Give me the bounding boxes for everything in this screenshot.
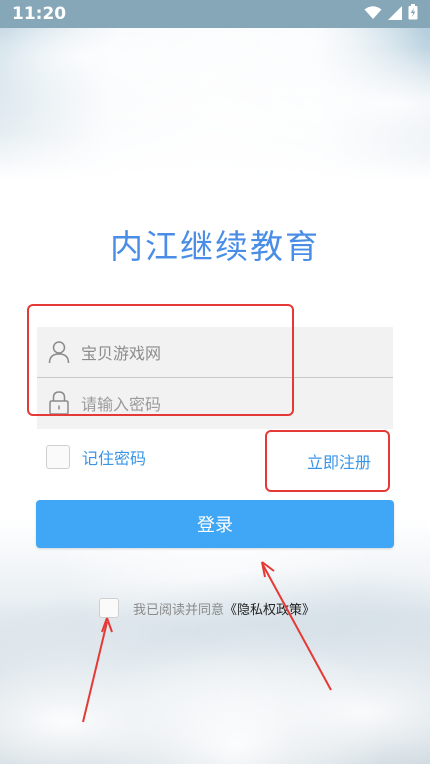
login-button[interactable]: 登录 <box>36 500 394 548</box>
status-time: 11:20 <box>12 4 67 24</box>
clouds-top <box>0 24 430 184</box>
remember-label[interactable]: 记住密码 <box>82 445 146 469</box>
annotation-box-register <box>265 430 390 492</box>
battery-charging-icon <box>408 4 418 24</box>
agreement-text: 我已阅读并同意 <box>133 602 225 618</box>
cell-signal-icon <box>388 5 402 24</box>
privacy-agreement: 我已阅读并同意 《隐私权政策》 <box>99 598 315 618</box>
annotation-box-credentials <box>27 304 294 416</box>
status-bar: 11:20 <box>0 0 430 28</box>
app-title: 内江继续教育 <box>110 227 320 266</box>
remember-checkbox[interactable] <box>46 445 70 469</box>
agreement-checkbox[interactable] <box>99 598 119 618</box>
clouds-bottom <box>0 554 430 764</box>
privacy-policy-link[interactable]: 《隐私权政策》 <box>224 599 315 618</box>
status-icons <box>364 4 418 24</box>
remember-password[interactable]: 记住密码 <box>46 445 146 469</box>
wifi-icon <box>364 5 382 24</box>
